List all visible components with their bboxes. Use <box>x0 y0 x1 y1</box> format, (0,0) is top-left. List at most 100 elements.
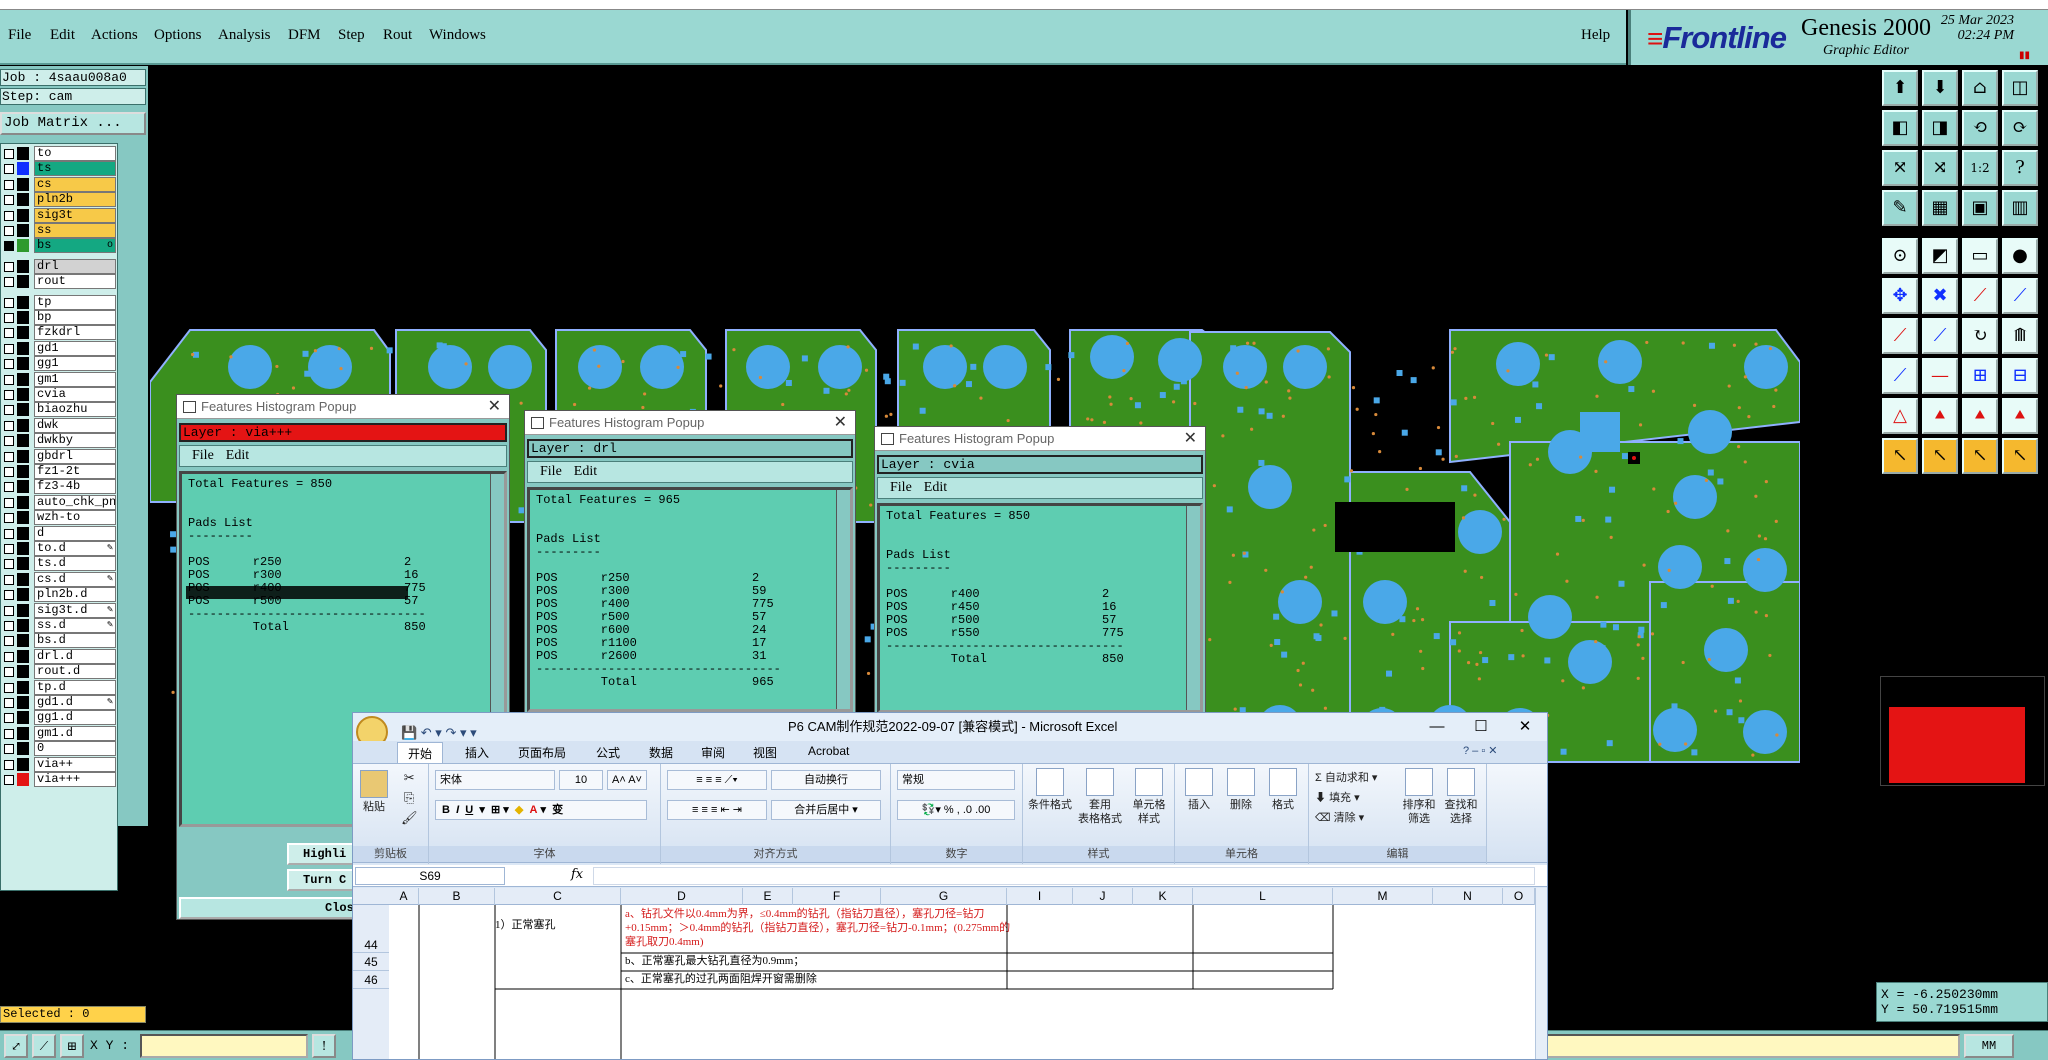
layer-row[interactable]: tp <box>1 294 119 310</box>
popup-menu-edit[interactable]: Edit <box>226 446 249 466</box>
column-header[interactable]: L <box>1193 888 1333 905</box>
layer-color-swatch[interactable] <box>17 177 29 191</box>
layer-toggle-tool-icon[interactable]: ◩ <box>1922 238 1958 274</box>
layer-color-swatch[interactable] <box>17 634 29 648</box>
layer-color-swatch[interactable] <box>17 311 29 324</box>
layer-checkbox[interactable] <box>4 343 14 354</box>
pad-tool-icon[interactable]: ● <box>2002 238 2038 274</box>
ribbon-window-controls[interactable]: ? – ▫ ✕ <box>1463 744 1498 757</box>
layer-row[interactable]: ts.d <box>1 556 119 572</box>
layer-color-swatch[interactable] <box>17 295 29 309</box>
close-icon[interactable]: ✕ <box>834 411 847 435</box>
draw-line-tool-icon[interactable]: ⟋ <box>1882 318 1918 354</box>
layer-name[interactable]: gg1 <box>34 356 116 372</box>
layer-row[interactable]: ss.d ✎ <box>1 618 119 633</box>
popup-menu-file[interactable]: File <box>540 462 562 482</box>
delete-tool-icon[interactable]: ✖ <box>1922 278 1958 314</box>
layer-row[interactable]: 0 <box>1 741 119 757</box>
layer-row[interactable]: gm1 <box>1 371 119 387</box>
layer-name[interactable]: fzkdrl <box>34 325 116 341</box>
layer-color-swatch[interactable] <box>17 711 29 725</box>
layer-checkbox[interactable] <box>4 328 14 339</box>
number-format-select[interactable]: 常规 <box>897 770 1015 790</box>
vertical-scrollbar[interactable] <box>836 490 850 709</box>
column-header[interactable]: G <box>881 888 1007 905</box>
pointer-tool-icon[interactable]: ↖ <box>1882 438 1918 474</box>
snap-tool-icon[interactable]: ▥ <box>2002 190 2038 226</box>
layer-row[interactable]: sig3t <box>1 207 119 223</box>
conditional-format-button[interactable]: 条件格式 <box>1027 768 1073 812</box>
layer-color-swatch[interactable] <box>17 726 29 740</box>
turn-button[interactable]: Turn C <box>287 869 357 891</box>
number-format-icons[interactable]: 💱▾ % , .0 .00 <box>897 800 1015 820</box>
tri-2-tool-icon[interactable]: ⯅ <box>1922 398 1958 434</box>
layer-name[interactable]: pln2b <box>34 192 116 208</box>
layer-color-swatch[interactable] <box>17 341 29 355</box>
font-name-select[interactable]: 宋体 <box>435 770 555 790</box>
line-tool-icon[interactable]: ▭ <box>1962 238 1998 274</box>
layer-color-swatch[interactable] <box>17 449 29 463</box>
layer-row[interactable]: fzkdrl <box>1 325 119 341</box>
layer-color-swatch[interactable] <box>17 542 29 555</box>
name-box[interactable]: S69 <box>355 867 505 885</box>
merge-center-button[interactable]: 合并后居中 ▾ <box>771 800 881 820</box>
layer-color-swatch[interactable] <box>17 239 29 253</box>
column-header[interactable]: M <box>1333 888 1433 905</box>
layer-checkbox[interactable] <box>4 667 14 678</box>
highlight-button[interactable]: Highli <box>287 843 357 865</box>
xy-input[interactable] <box>140 1034 308 1058</box>
prev-view-tool-icon[interactable]: ◧ <box>1882 110 1918 146</box>
close-icon[interactable]: ✕ <box>1184 427 1197 451</box>
spreadsheet-grid[interactable]: ABCDEFGIJKLMNO 44 45 46 1）正常塞孔 a、钻孔文件以0.… <box>353 888 1547 1059</box>
layer-color-swatch[interactable] <box>17 434 29 448</box>
group-tool-icon[interactable]: ⊟ <box>2002 358 2038 394</box>
layer-checkbox[interactable] <box>4 482 14 493</box>
layer-row[interactable]: d <box>1 525 119 541</box>
layer-name[interactable]: drl.d <box>34 648 116 664</box>
layer-row[interactable]: ss <box>1 223 119 238</box>
menu-options[interactable]: Options <box>154 27 202 44</box>
tab-acrobat[interactable]: Acrobat <box>808 744 849 758</box>
layer-checkbox[interactable] <box>4 574 14 585</box>
zoom-area-icon[interactable]: ⤢ <box>4 1034 28 1058</box>
resize-tool-icon[interactable]: ⟰ <box>2002 318 2038 354</box>
popup-text-area[interactable]: Total Features = 965 Pads List ---------… <box>527 487 853 712</box>
layer-color-swatch[interactable] <box>17 742 29 756</box>
font-format-buttons[interactable]: B I U ▾ ⊞ ▾ ◆ A ▾ 变 <box>435 800 647 820</box>
select-tool-icon[interactable]: ▣ <box>1962 190 1998 226</box>
layer-color-swatch[interactable] <box>17 326 29 340</box>
layer-name[interactable]: ts <box>34 161 116 177</box>
column-header[interactable]: E <box>743 888 793 905</box>
layer-checkbox[interactable] <box>4 636 14 647</box>
layer-color-swatch[interactable] <box>17 495 29 509</box>
layer-row[interactable]: gm1.d <box>1 725 119 741</box>
layer-name[interactable]: tp.d <box>34 679 116 695</box>
layer-checkbox[interactable] <box>4 528 14 539</box>
copy-tool-icon[interactable]: ⟋ <box>2002 278 2038 314</box>
layer-color-swatch[interactable] <box>17 275 29 289</box>
layer-checkbox[interactable] <box>4 390 14 400</box>
job-matrix-button[interactable]: Job Matrix ... <box>0 112 146 135</box>
layer-row[interactable]: drl <box>1 258 119 274</box>
layer-row[interactable]: cvia <box>1 387 119 402</box>
layer-checkbox[interactable] <box>4 359 14 370</box>
layer-name[interactable]: wzh-to <box>34 510 116 526</box>
layer-name[interactable]: 0 <box>34 741 116 757</box>
vertical-align-icons[interactable]: ≡ ≡ ≡ ⟋▾ <box>667 770 767 790</box>
home-tool-icon[interactable]: ⌂ <box>1962 70 1998 106</box>
layer-name[interactable]: drl <box>34 258 116 274</box>
layer-name[interactable]: cs <box>34 176 116 192</box>
layer-checkbox[interactable] <box>4 241 14 252</box>
layer-checkbox[interactable] <box>4 713 14 724</box>
layer-name[interactable]: via++ <box>34 756 116 772</box>
menu-windows[interactable]: Windows <box>429 27 486 44</box>
layer-color-swatch[interactable] <box>17 649 29 663</box>
layer-checkbox[interactable] <box>4 164 14 175</box>
query-tool-icon[interactable]: ? <box>2002 150 2038 186</box>
layer-checkbox[interactable] <box>4 775 14 785</box>
layer-checkbox[interactable] <box>4 436 14 447</box>
popup-text-area[interactable]: Total Features = 850 Pads List ---------… <box>877 503 1203 713</box>
layer-name[interactable]: cs.d ✎ <box>34 571 116 587</box>
cut-copy-icons[interactable]: ✂ ⎘ 🖌 <box>401 768 418 828</box>
layer-name[interactable]: bp <box>34 310 116 325</box>
